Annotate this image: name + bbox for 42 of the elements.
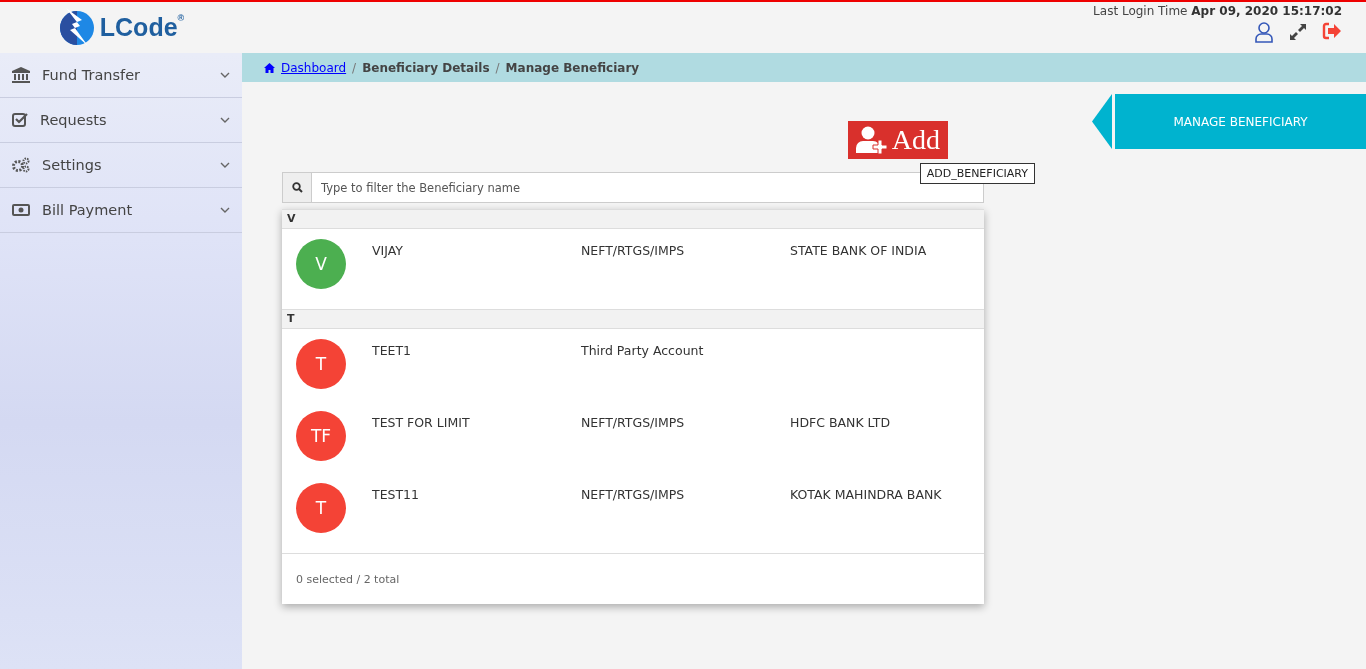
beneficiary-name: TEST11 [372, 486, 420, 504]
breadcrumb-link[interactable]: Dashboard [281, 60, 347, 75]
transfer-type: NEFT/RTGS/IMPS [581, 486, 686, 504]
transfer-type: Third Party Account [581, 342, 705, 360]
search-icon [291, 182, 303, 193]
logout-icon[interactable] [1322, 22, 1342, 40]
avatar-circle: TF [296, 411, 346, 461]
breadcrumb-separator: / [352, 60, 357, 75]
last-login-text: Last Login Time Apr 09, 2020 15:17:02 [1093, 4, 1342, 18]
banknote-icon [12, 203, 30, 217]
transfer-type: NEFT/RTGS/IMPS [581, 242, 686, 260]
beneficiary-name: TEET1 [372, 342, 413, 360]
avatar-circle: T [296, 483, 346, 533]
beneficiary-name: VIJAY [372, 242, 404, 260]
breadcrumb-text: Manage Beneficiary [505, 60, 640, 75]
beneficiary-name: TEST FOR LIMIT [372, 414, 471, 432]
avatar-circle: T [296, 339, 346, 389]
add-button[interactable]: Add [847, 121, 948, 159]
user-plus-icon [855, 126, 890, 154]
group-header: V [282, 209, 984, 229]
home-icon [264, 62, 275, 73]
bank-name: STATE BANK OF INDIA [790, 242, 927, 260]
sidebar-item[interactable]: Bill Payment [0, 188, 242, 233]
bank-name: KOTAK MAHINDRA BANK [790, 486, 942, 504]
banner-arrow-icon [1092, 94, 1112, 149]
sidebar-item[interactable]: Fund Transfer [0, 53, 242, 98]
search-button[interactable] [282, 172, 312, 203]
page-title-banner: MANAGE BENEFICIARY [1115, 94, 1366, 149]
breadcrumb-text: Beneficiary Details [362, 60, 490, 75]
sidebar-item[interactable]: Settings [0, 143, 242, 188]
bank-name: HDFC BANK LTD [790, 414, 891, 432]
avatar-circle: V [296, 239, 346, 289]
sidebar-item[interactable]: Requests [0, 98, 242, 143]
group-header: T [282, 309, 984, 329]
user-icon[interactable] [1254, 22, 1274, 43]
selection-count: 0 selected / 2 total [296, 572, 400, 586]
bank-icon [12, 67, 30, 83]
expand-icon[interactable] [1288, 22, 1308, 42]
checkbox-icon [12, 112, 28, 128]
logo-text: LCode® [99, 13, 185, 42]
breadcrumb-separator: / [495, 60, 500, 75]
transfer-type: NEFT/RTGS/IMPS [581, 414, 686, 432]
